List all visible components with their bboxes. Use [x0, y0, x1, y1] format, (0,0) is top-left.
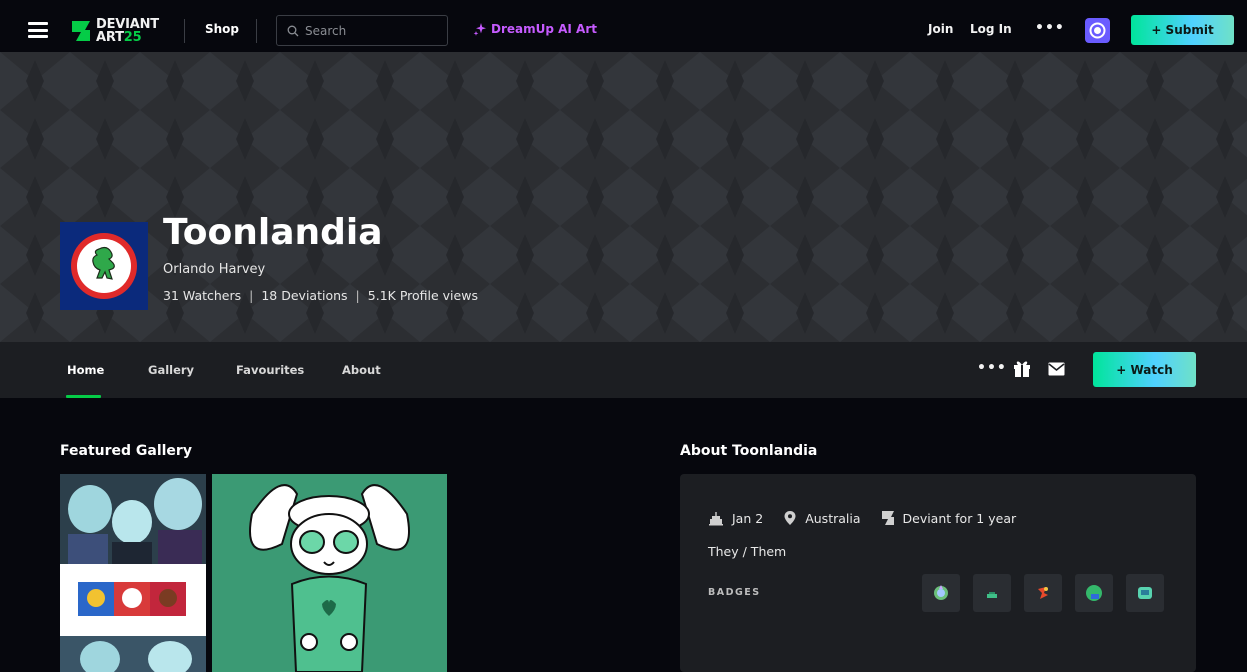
profile-title: Toonlandia: [163, 212, 383, 253]
badges-list: [922, 574, 1164, 612]
pronouns-text: They / Them: [708, 544, 787, 559]
profile-tabs-bar: Home Gallery Favourites About ••• + Watc…: [0, 342, 1247, 398]
submit-button[interactable]: + Submit: [1131, 15, 1234, 45]
tab-about[interactable]: About: [342, 363, 381, 377]
active-tab-indicator: [66, 395, 101, 398]
shop-link[interactable]: Shop: [205, 22, 239, 36]
dreamup-label: DreamUp AI Art: [491, 22, 598, 36]
cake-icon: [709, 512, 723, 526]
profile-views-count: 5.1K Profile views: [367, 288, 478, 303]
badges-label: BADGES: [708, 587, 761, 598]
deviations-count[interactable]: 18 Deviations: [261, 288, 347, 303]
location-pin-icon: [784, 511, 796, 525]
avatar-icon: [1089, 22, 1106, 39]
watchers-count[interactable]: 31 Watchers: [163, 288, 241, 303]
tab-gallery[interactable]: Gallery: [148, 363, 194, 377]
gift-icon[interactable]: [1012, 358, 1032, 382]
logo-25: 25: [123, 30, 142, 45]
stats-separator: |: [355, 288, 360, 303]
profile-stats: 31 Watchers | 18 Deviations | 5.1K Profi…: [163, 288, 478, 303]
badge-icon-1[interactable]: [922, 574, 960, 612]
stats-separator: |: [249, 288, 254, 303]
badge-icon-3[interactable]: [1024, 574, 1062, 612]
search-icon: [287, 25, 299, 36]
dinosaur-logo-icon: [71, 233, 137, 299]
location-info: Australia: [783, 510, 861, 526]
mail-icon[interactable]: [1048, 361, 1065, 380]
gallery-thumbnail[interactable]: [60, 474, 206, 672]
deviant-since-info: Deviant for 1 year: [881, 510, 1017, 526]
divider: [256, 19, 257, 43]
badge-icon-2[interactable]: [973, 574, 1011, 612]
join-link[interactable]: Join: [928, 22, 953, 36]
about-card: Jan 2 Australia Deviant for 1 year They …: [680, 474, 1196, 672]
user-avatar[interactable]: [1085, 18, 1110, 43]
deviantart-logo[interactable]: DEVIANT ART 25: [70, 13, 166, 49]
menu-icon[interactable]: [28, 22, 48, 38]
profile-banner: Toonlandia Orlando Harvey 31 Watchers | …: [0, 52, 1247, 342]
profile-real-name: Orlando Harvey: [163, 262, 266, 277]
location-text: Australia: [805, 510, 861, 526]
thumbnail-artwork: [212, 474, 447, 672]
more-options-button[interactable]: •••: [1035, 20, 1065, 36]
featured-gallery-title: Featured Gallery: [60, 443, 192, 459]
tab-home[interactable]: Home: [67, 363, 104, 377]
deviantart-icon: [881, 511, 894, 525]
watch-button[interactable]: + Watch: [1093, 352, 1196, 387]
gallery-thumbnail[interactable]: [212, 474, 447, 672]
deviantart-logo-icon: [72, 21, 90, 41]
login-link[interactable]: Log In: [970, 22, 1012, 36]
logo-wordmark: DEVIANT ART 25: [96, 18, 159, 44]
birthday-text: Jan 2: [732, 510, 764, 526]
thumbnail-artwork: [60, 474, 206, 672]
badge-icon-4[interactable]: [1075, 574, 1113, 612]
logo-art: ART: [96, 30, 124, 45]
birthday-info: Jan 2: [708, 510, 763, 526]
logo-line-2: ART 25: [96, 31, 159, 44]
profile-avatar[interactable]: [60, 222, 148, 310]
profile-more-button[interactable]: •••: [977, 360, 1007, 376]
search-input[interactable]: Search: [276, 15, 448, 46]
divider: [184, 19, 185, 43]
sparkle-icon: [473, 23, 486, 36]
deviant-since-text: Deviant for 1 year: [902, 510, 1017, 526]
dreamup-link[interactable]: DreamUp AI Art: [473, 22, 597, 36]
badge-icon-5[interactable]: [1126, 574, 1164, 612]
about-info-row: Jan 2 Australia Deviant for 1 year: [708, 510, 1036, 526]
tab-favourites[interactable]: Favourites: [236, 363, 304, 377]
search-placeholder: Search: [305, 23, 347, 38]
about-section-title: About Toonlandia: [680, 443, 818, 459]
